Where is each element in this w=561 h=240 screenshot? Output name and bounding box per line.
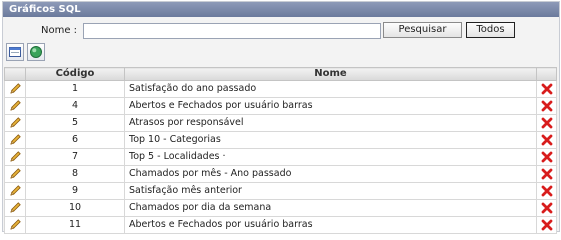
table-row[interactable]: 5 Atrasos por responsável <box>4 114 557 132</box>
delete-cell <box>536 97 557 115</box>
code-cell: 8 <box>25 165 125 183</box>
delete-cell <box>536 182 557 200</box>
code-cell: 9 <box>25 182 125 200</box>
sql-charts-panel: Gráficos SQL Nome : Pesquisar Todos Códi… <box>2 1 560 234</box>
name-cell[interactable]: Chamados por mês - Ano passado <box>124 165 537 183</box>
edit-cell <box>4 216 26 234</box>
delete-x-icon[interactable] <box>541 100 553 111</box>
search-bar: Nome : Pesquisar Todos <box>3 21 559 41</box>
edit-pencil-icon[interactable] <box>9 151 22 162</box>
delete-x-icon[interactable] <box>541 185 553 196</box>
table-row[interactable]: 10 Chamados por dia da semana <box>4 199 557 217</box>
delete-cell <box>536 199 557 217</box>
code-cell: 6 <box>25 131 125 149</box>
edit-cell <box>4 182 26 200</box>
code-cell: 7 <box>25 148 125 166</box>
name-cell[interactable]: Chamados por dia da semana <box>124 199 537 217</box>
edit-pencil-icon[interactable] <box>9 185 22 196</box>
code-cell: 5 <box>25 114 125 132</box>
name-cell[interactable]: Abertos e Fechados por usuário barras <box>124 216 537 234</box>
code-column-header[interactable]: Código <box>25 67 125 81</box>
new-window-icon[interactable] <box>6 43 24 61</box>
table-header: Código Nome <box>4 67 557 81</box>
table-row[interactable]: 1 Satisfação do ano passado <box>4 80 557 98</box>
edit-pencil-icon[interactable] <box>9 134 22 145</box>
table-row[interactable]: 4 Abertos e Fechados por usuário barras <box>4 97 557 115</box>
code-cell: 10 <box>25 199 125 217</box>
delete-x-icon[interactable] <box>541 219 553 230</box>
table-row[interactable]: 7 Top 5 - Localidades · <box>4 148 557 166</box>
code-cell: 4 <box>25 97 125 115</box>
table-row[interactable]: 6 Top 10 - Categorias <box>4 131 557 149</box>
edit-pencil-icon[interactable] <box>9 117 22 128</box>
delete-cell <box>536 131 557 149</box>
delete-x-icon[interactable] <box>541 83 553 94</box>
show-all-button[interactable]: Todos <box>466 22 515 38</box>
name-cell[interactable]: Atrasos por responsável <box>124 114 537 132</box>
table-row[interactable]: 9 Satisfação mês anterior <box>4 182 557 200</box>
edit-pencil-icon[interactable] <box>9 219 22 230</box>
edit-cell <box>4 148 26 166</box>
delete-cell <box>536 114 557 132</box>
panel-title: Gráficos SQL <box>3 2 559 17</box>
edit-cell <box>4 114 26 132</box>
name-cell[interactable]: Satisfação do ano passado <box>124 80 537 98</box>
delete-x-icon[interactable] <box>541 134 553 145</box>
delete-cell <box>536 80 557 98</box>
delete-x-icon[interactable] <box>541 202 553 213</box>
delete-cell <box>536 216 557 234</box>
refresh-globe-icon[interactable] <box>27 43 45 61</box>
name-cell[interactable]: Satisfação mês anterior <box>124 182 537 200</box>
name-cell[interactable]: Abertos e Fechados por usuário barras <box>124 97 537 115</box>
name-search-input[interactable] <box>83 23 381 39</box>
delete-x-icon[interactable] <box>541 168 553 179</box>
name-cell[interactable]: Top 10 - Categorias <box>124 131 537 149</box>
edit-cell <box>4 131 26 149</box>
delete-column-header <box>536 67 557 81</box>
edit-cell <box>4 97 26 115</box>
delete-x-icon[interactable] <box>541 151 553 162</box>
edit-cell <box>4 80 26 98</box>
delete-cell <box>536 148 557 166</box>
edit-pencil-icon[interactable] <box>9 83 22 94</box>
edit-cell <box>4 199 26 217</box>
delete-x-icon[interactable] <box>541 117 553 128</box>
delete-cell <box>536 165 557 183</box>
name-label: Nome : <box>41 25 78 36</box>
name-cell[interactable]: Top 5 - Localidades · <box>124 148 537 166</box>
table-row[interactable]: 8 Chamados por mês - Ano passado <box>4 165 557 183</box>
search-button[interactable]: Pesquisar <box>383 22 462 38</box>
charts-table: Código Nome 1 Satisfação do ano passado 4 A… <box>4 67 557 234</box>
edit-column-header <box>4 67 26 81</box>
edit-pencil-icon[interactable] <box>9 168 22 179</box>
edit-cell <box>4 165 26 183</box>
code-cell: 11 <box>25 216 125 234</box>
edit-pencil-icon[interactable] <box>9 100 22 111</box>
name-column-header[interactable]: Nome <box>124 67 537 81</box>
edit-pencil-icon[interactable] <box>9 202 22 213</box>
table-row[interactable]: 11 Abertos e Fechados por usuário barras <box>4 216 557 234</box>
code-cell: 1 <box>25 80 125 98</box>
